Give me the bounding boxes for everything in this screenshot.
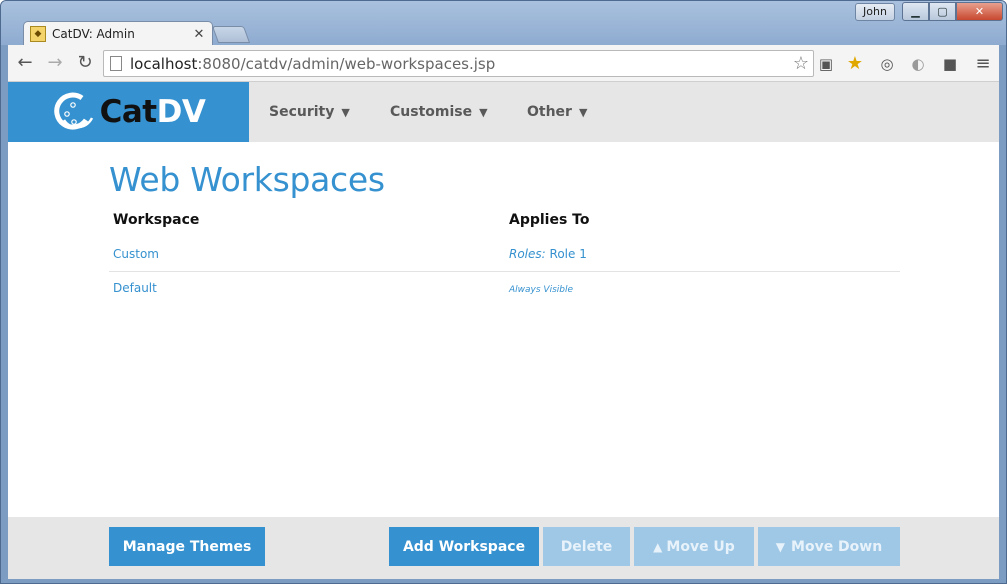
extension-square-icon[interactable]: ■	[940, 54, 960, 74]
reload-icon[interactable]: ↻	[74, 52, 96, 74]
bookmark-star-icon[interactable]: ☆	[793, 53, 809, 74]
back-arrow-icon[interactable]: ←	[14, 52, 36, 74]
profile-badge[interactable]: John	[855, 3, 895, 21]
column-header-applies-to: Applies To	[509, 212, 590, 228]
title-bar: ◆ CatDV: Admin ✕ John ▁ ▢ ✕	[1, 1, 1006, 46]
extension-off-icon[interactable]: ▣	[816, 54, 836, 74]
role-value: Role 1	[549, 247, 587, 261]
menu-other-label: Other	[527, 104, 572, 120]
browser-toolbar: ← → ↻ localhost:8080/catdv/admin/web-wor…	[8, 45, 999, 82]
menu-icon[interactable]: ≡	[973, 54, 993, 74]
move-up-label: Move Up	[666, 538, 735, 555]
close-window-button[interactable]: ✕	[956, 2, 1003, 21]
chevron-down-icon: ▼	[578, 105, 588, 119]
maximize-button[interactable]: ▢	[929, 2, 956, 21]
chevron-down-icon: ▼	[341, 105, 350, 119]
catdv-favicon-icon: ◆	[30, 26, 46, 42]
new-tab-button[interactable]	[211, 26, 251, 43]
triangle-up-icon: ▲	[653, 539, 663, 554]
delete-button[interactable]: Delete	[543, 527, 630, 566]
action-bar: Manage Themes Add Workspace Delete ▲ Mov…	[8, 517, 999, 579]
applies-to-cell[interactable]: Roles: Role 1	[509, 247, 587, 261]
workspace-link[interactable]: Custom	[113, 247, 159, 261]
roles-label: Roles:	[509, 247, 546, 261]
menu-security-label: Security	[269, 104, 335, 120]
tab-close-icon[interactable]: ✕	[192, 27, 206, 42]
browser-tab[interactable]: ◆ CatDV: Admin ✕	[23, 21, 213, 46]
menu-customise-label: Customise	[390, 104, 473, 120]
move-down-button[interactable]: ▼ Move Down	[758, 527, 900, 566]
table-row[interactable]: Custom Roles: Role 1	[109, 238, 900, 272]
address-bar[interactable]: localhost:8080/catdv/admin/web-workspace…	[103, 50, 814, 77]
extension-c-icon[interactable]: ◐	[908, 54, 928, 74]
page-icon	[110, 56, 122, 71]
menu-security[interactable]: Security ▼	[269, 82, 350, 142]
page-title: Web Workspaces	[109, 160, 385, 199]
add-workspace-button[interactable]: Add Workspace	[389, 527, 539, 566]
manage-themes-button[interactable]: Manage Themes	[109, 527, 265, 566]
film-reel-icon	[53, 92, 93, 130]
extension-braces-icon[interactable]: ◎	[877, 54, 897, 74]
url-text: localhost:8080/catdv/admin/web-workspace…	[130, 54, 496, 73]
table-row[interactable]: Default Always Visible	[109, 272, 900, 306]
menu-customise[interactable]: Customise ▼	[390, 82, 488, 142]
tab-title: CatDV: Admin	[52, 27, 135, 41]
minimize-button[interactable]: ▁	[902, 2, 929, 21]
extension-star-icon[interactable]: ★	[845, 54, 865, 74]
catdv-logo[interactable]: CatDV	[8, 82, 249, 142]
browser-window: ◆ CatDV: Admin ✕ John ▁ ▢ ✕ ← → ↻ localh…	[0, 0, 1007, 584]
move-up-button[interactable]: ▲ Move Up	[634, 527, 754, 566]
move-down-label: Move Down	[791, 538, 883, 555]
forward-arrow-icon[interactable]: →	[44, 52, 66, 74]
brand-name: CatDV	[99, 94, 206, 130]
triangle-down-icon: ▼	[775, 539, 786, 554]
applies-to-cell[interactable]: Always Visible	[509, 285, 573, 295]
workspace-link[interactable]: Default	[113, 281, 157, 295]
app-header: CatDV Security ▼ Customise ▼ Other ▼	[8, 82, 999, 142]
column-header-workspace: Workspace	[113, 212, 200, 228]
page-viewport: CatDV Security ▼ Customise ▼ Other ▼ Web…	[8, 82, 999, 579]
menu-other[interactable]: Other ▼	[527, 82, 587, 142]
chevron-down-icon: ▼	[479, 105, 488, 119]
